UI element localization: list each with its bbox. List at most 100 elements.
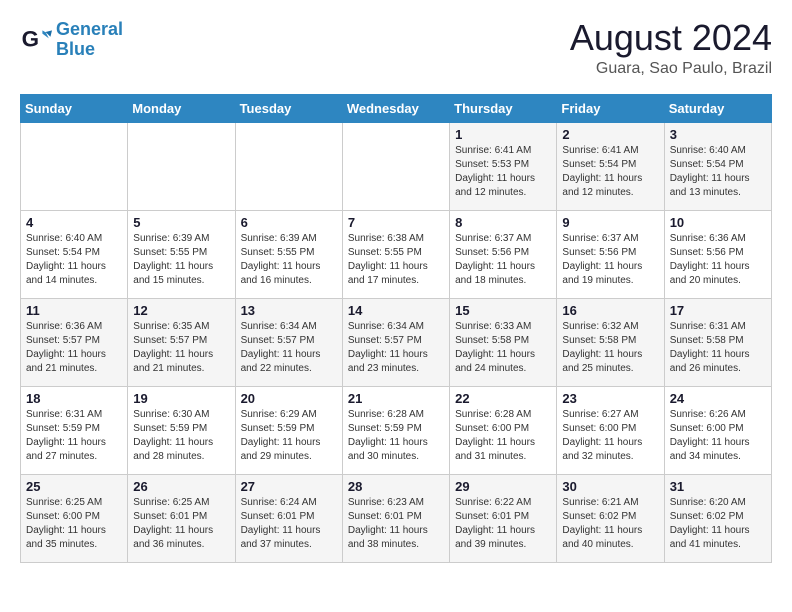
day-number: 30	[562, 479, 658, 494]
day-info: Sunrise: 6:34 AM Sunset: 5:57 PM Dayligh…	[348, 320, 444, 376]
week-row-2: 11 Sunrise: 6:36 AM Sunset: 5:57 PM Dayli…	[21, 299, 772, 387]
day-number: 6	[241, 215, 337, 230]
day-info: Sunrise: 6:38 AM Sunset: 5:55 PM Dayligh…	[348, 232, 444, 288]
calendar-cell	[128, 123, 235, 211]
calendar-cell: 30Sunrise: 6:21 AM Sunset: 6:02 PM Dayli…	[557, 475, 664, 563]
day-number: 16	[562, 303, 658, 318]
page-header: G General Blue August 2024 Guara, Sao Pa…	[20, 20, 772, 78]
calendar-cell: 3Sunrise: 6:40 AM Sunset: 5:54 PM Daylig…	[664, 123, 771, 211]
day-number: 27	[241, 479, 337, 494]
calendar-cell: 11 Sunrise: 6:36 AM Sunset: 5:57 PM Dayli…	[21, 299, 128, 387]
calendar-cell: 1 Sunrise: 6:41 AM Sunset: 5:53 PM Daylig…	[450, 123, 557, 211]
day-info: Sunrise: 6:41 AM Sunset: 5:53 PM Dayligh…	[455, 144, 551, 200]
day-info: Sunrise: 6:23 AM Sunset: 6:01 PM Dayligh…	[348, 496, 444, 552]
day-number: 24	[670, 391, 766, 406]
calendar-cell: 7 Sunrise: 6:38 AM Sunset: 5:55 PM Daylig…	[342, 211, 449, 299]
calendar-cell: 18 Sunrise: 6:31 AM Sunset: 5:59 PM Dayli…	[21, 387, 128, 475]
weekday-header-wednesday: Wednesday	[342, 95, 449, 123]
day-info: Sunrise: 6:39 AM Sunset: 5:55 PM Dayligh…	[241, 232, 337, 288]
day-number: 31	[670, 479, 766, 494]
day-number: 4	[26, 215, 122, 230]
day-number: 25	[26, 479, 122, 494]
calendar-cell: 24 Sunrise: 6:26 AM Sunset: 6:00 PM Dayli…	[664, 387, 771, 475]
weekday-header-row: SundayMondayTuesdayWednesdayThursdayFrid…	[21, 95, 772, 123]
calendar-cell: 4 Sunrise: 6:40 AM Sunset: 5:54 PM Daylig…	[21, 211, 128, 299]
day-info: Sunrise: 6:26 AM Sunset: 6:00 PM Dayligh…	[670, 408, 766, 464]
day-number: 17	[670, 303, 766, 318]
day-number: 21	[348, 391, 444, 406]
day-number: 3	[670, 127, 766, 142]
day-info: Sunrise: 6:37 AM Sunset: 5:56 PM Dayligh…	[562, 232, 658, 288]
calendar-cell: 27Sunrise: 6:24 AM Sunset: 6:01 PM Dayli…	[235, 475, 342, 563]
week-row-3: 18 Sunrise: 6:31 AM Sunset: 5:59 PM Dayli…	[21, 387, 772, 475]
day-number: 9	[562, 215, 658, 230]
calendar-cell: 10Sunrise: 6:36 AM Sunset: 5:56 PM Dayli…	[664, 211, 771, 299]
weekday-header-saturday: Saturday	[664, 95, 771, 123]
logo-icon: G	[20, 24, 52, 56]
day-info: Sunrise: 6:25 AM Sunset: 6:01 PM Dayligh…	[133, 496, 229, 552]
day-info: Sunrise: 6:35 AM Sunset: 5:57 PM Dayligh…	[133, 320, 229, 376]
day-info: Sunrise: 6:37 AM Sunset: 5:56 PM Dayligh…	[455, 232, 551, 288]
day-number: 22	[455, 391, 551, 406]
day-info: Sunrise: 6:30 AM Sunset: 5:59 PM Dayligh…	[133, 408, 229, 464]
day-number: 5	[133, 215, 229, 230]
calendar-cell: 6 Sunrise: 6:39 AM Sunset: 5:55 PM Daylig…	[235, 211, 342, 299]
svg-text:G: G	[22, 26, 39, 51]
week-row-4: 25 Sunrise: 6:25 AM Sunset: 6:00 PM Dayli…	[21, 475, 772, 563]
calendar-cell: 23 Sunrise: 6:27 AM Sunset: 6:00 PM Dayli…	[557, 387, 664, 475]
calendar-cell: 14Sunrise: 6:34 AM Sunset: 5:57 PM Dayli…	[342, 299, 449, 387]
location: Guara, Sao Paulo, Brazil	[570, 60, 772, 78]
day-info: Sunrise: 6:31 AM Sunset: 5:59 PM Dayligh…	[26, 408, 122, 464]
weekday-header-tuesday: Tuesday	[235, 95, 342, 123]
day-number: 28	[348, 479, 444, 494]
calendar-cell: 19Sunrise: 6:30 AM Sunset: 5:59 PM Dayli…	[128, 387, 235, 475]
day-info: Sunrise: 6:28 AM Sunset: 5:59 PM Dayligh…	[348, 408, 444, 464]
day-number: 29	[455, 479, 551, 494]
calendar-cell: 13Sunrise: 6:34 AM Sunset: 5:57 PM Dayli…	[235, 299, 342, 387]
day-number: 8	[455, 215, 551, 230]
calendar-cell: 9 Sunrise: 6:37 AM Sunset: 5:56 PM Daylig…	[557, 211, 664, 299]
day-info: Sunrise: 6:22 AM Sunset: 6:01 PM Dayligh…	[455, 496, 551, 552]
calendar-cell: 25 Sunrise: 6:25 AM Sunset: 6:00 PM Dayli…	[21, 475, 128, 563]
week-row-1: 4 Sunrise: 6:40 AM Sunset: 5:54 PM Daylig…	[21, 211, 772, 299]
day-info: Sunrise: 6:29 AM Sunset: 5:59 PM Dayligh…	[241, 408, 337, 464]
day-info: Sunrise: 6:25 AM Sunset: 6:00 PM Dayligh…	[26, 496, 122, 552]
calendar-cell	[235, 123, 342, 211]
day-info: Sunrise: 6:32 AM Sunset: 5:58 PM Dayligh…	[562, 320, 658, 376]
calendar-cell: 26 Sunrise: 6:25 AM Sunset: 6:01 PM Dayli…	[128, 475, 235, 563]
day-number: 11	[26, 303, 122, 318]
day-info: Sunrise: 6:39 AM Sunset: 5:55 PM Dayligh…	[133, 232, 229, 288]
day-info: Sunrise: 6:28 AM Sunset: 6:00 PM Dayligh…	[455, 408, 551, 464]
calendar-cell: 15Sunrise: 6:33 AM Sunset: 5:58 PM Dayli…	[450, 299, 557, 387]
day-info: Sunrise: 6:31 AM Sunset: 5:58 PM Dayligh…	[670, 320, 766, 376]
day-number: 7	[348, 215, 444, 230]
title-block: August 2024 Guara, Sao Paulo, Brazil	[570, 20, 772, 78]
day-info: Sunrise: 6:20 AM Sunset: 6:02 PM Dayligh…	[670, 496, 766, 552]
calendar-cell: 29 Sunrise: 6:22 AM Sunset: 6:01 PM Dayli…	[450, 475, 557, 563]
calendar-cell	[342, 123, 449, 211]
weekday-header-monday: Monday	[128, 95, 235, 123]
day-number: 26	[133, 479, 229, 494]
weekday-header-sunday: Sunday	[21, 95, 128, 123]
calendar-cell: 28 Sunrise: 6:23 AM Sunset: 6:01 PM Dayli…	[342, 475, 449, 563]
weekday-header-thursday: Thursday	[450, 95, 557, 123]
day-number: 18	[26, 391, 122, 406]
day-number: 23	[562, 391, 658, 406]
day-info: Sunrise: 6:40 AM Sunset: 5:54 PM Dayligh…	[26, 232, 122, 288]
calendar-table: SundayMondayTuesdayWednesdayThursdayFrid…	[20, 94, 772, 563]
day-info: Sunrise: 6:33 AM Sunset: 5:58 PM Dayligh…	[455, 320, 551, 376]
day-number: 20	[241, 391, 337, 406]
calendar-cell: 2 Sunrise: 6:41 AM Sunset: 5:54 PM Daylig…	[557, 123, 664, 211]
day-info: Sunrise: 6:41 AM Sunset: 5:54 PM Dayligh…	[562, 144, 658, 200]
day-info: Sunrise: 6:27 AM Sunset: 6:00 PM Dayligh…	[562, 408, 658, 464]
month-title: August 2024	[570, 20, 772, 56]
day-number: 10	[670, 215, 766, 230]
calendar-cell: 12Sunrise: 6:35 AM Sunset: 5:57 PM Dayli…	[128, 299, 235, 387]
day-info: Sunrise: 6:36 AM Sunset: 5:57 PM Dayligh…	[26, 320, 122, 376]
weekday-header-friday: Friday	[557, 95, 664, 123]
day-number: 2	[562, 127, 658, 142]
day-number: 1	[455, 127, 551, 142]
calendar-cell: 16 Sunrise: 6:32 AM Sunset: 5:58 PM Dayli…	[557, 299, 664, 387]
week-row-0: 1 Sunrise: 6:41 AM Sunset: 5:53 PM Daylig…	[21, 123, 772, 211]
calendar-cell	[21, 123, 128, 211]
